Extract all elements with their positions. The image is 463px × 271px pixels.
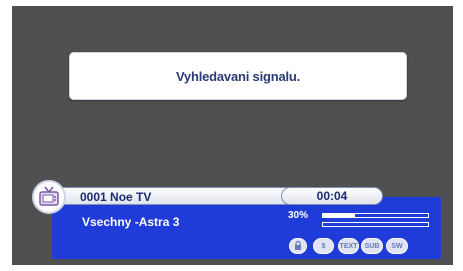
text-icon: TEXT xyxy=(338,238,359,254)
signal-strength-bar xyxy=(322,213,429,218)
dialog-message: Vyhledavani signalu. xyxy=(175,68,301,84)
signal-strength-label: 30% xyxy=(288,210,309,221)
text-label: TEXT xyxy=(339,242,358,250)
satellite-name: Vsechny -Astra 3 xyxy=(82,215,180,229)
time-display: 00:04 xyxy=(281,187,383,205)
subtitle-icon: SUB xyxy=(361,238,383,254)
signal-strength-fill xyxy=(323,214,355,217)
channel-name: 0001 Noe TV xyxy=(80,190,152,204)
dollar-label: $ xyxy=(321,242,326,250)
subtitle-label: SUB xyxy=(364,242,380,250)
lock-icon xyxy=(289,238,307,254)
search-dialog: Vyhledavani signalu. xyxy=(69,52,407,100)
tv-icon xyxy=(32,180,66,214)
switch-icon: SW xyxy=(386,238,408,254)
time-text: 00:04 xyxy=(316,189,348,203)
dollar-icon: $ xyxy=(313,238,334,254)
signal-quality-bar xyxy=(322,222,429,227)
switch-label: SW xyxy=(391,242,403,250)
